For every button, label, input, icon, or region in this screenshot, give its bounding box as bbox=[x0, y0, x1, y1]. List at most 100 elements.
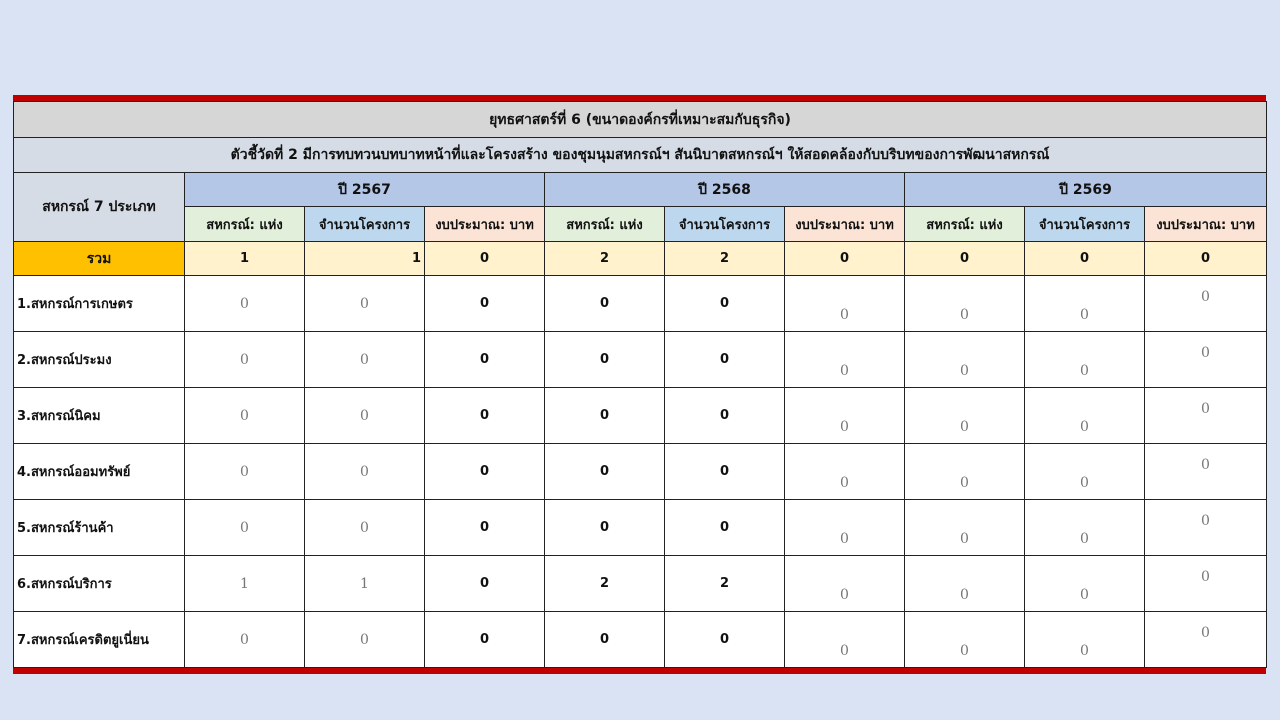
table-cell: 1 bbox=[304, 555, 425, 612]
table-cell: 0 bbox=[424, 443, 545, 500]
table-cell: 0 bbox=[1143, 387, 1268, 444]
row-label: 7.สหกรณ์เครดิตยูเนี่ยน bbox=[13, 611, 185, 668]
year-header-2569: ปี 2569 bbox=[903, 172, 1268, 207]
total-cell: 0 bbox=[1024, 241, 1145, 276]
table-cell: 0 bbox=[784, 499, 905, 556]
unit-header: สหกรณ์: แห่ง bbox=[544, 206, 665, 242]
total-cell: 1 bbox=[184, 241, 305, 276]
table-cell: 0 bbox=[1143, 499, 1268, 556]
budget-header: งบประมาณ: บาท bbox=[424, 206, 545, 242]
table-cell: 0 bbox=[784, 443, 905, 500]
total-cell: 1 bbox=[304, 241, 425, 276]
table-cell: 0 bbox=[1024, 443, 1145, 500]
table-cell: 0 bbox=[1024, 499, 1145, 556]
table-cell: 0 bbox=[1024, 331, 1145, 388]
table-cell: 0 bbox=[304, 611, 425, 668]
table-cell: 0 bbox=[544, 275, 665, 332]
row-label: 3.สหกรณ์นิคม bbox=[13, 387, 185, 444]
table-cell: 0 bbox=[1143, 443, 1268, 500]
table-cell: 0 bbox=[304, 443, 425, 500]
table-cell: 0 bbox=[1143, 275, 1268, 332]
table-cell: 2 bbox=[664, 555, 785, 612]
table-cell: 0 bbox=[784, 611, 905, 668]
table-cell: 0 bbox=[424, 555, 545, 612]
table-cell: 0 bbox=[544, 443, 665, 500]
table-cell: 0 bbox=[184, 331, 305, 388]
table-cell: 0 bbox=[424, 275, 545, 332]
table-cell: 0 bbox=[184, 387, 305, 444]
table-cell: 0 bbox=[664, 443, 785, 500]
table-cell: 0 bbox=[904, 387, 1025, 444]
total-cell: 0 bbox=[1143, 241, 1268, 276]
table-cell: 0 bbox=[544, 387, 665, 444]
table-cell: 0 bbox=[424, 499, 545, 556]
table-cell: 0 bbox=[1024, 275, 1145, 332]
table-row: 6.สหกรณ์บริการ 1 1 0 2 2 0 0 0 0 bbox=[13, 555, 1268, 612]
table-cell: 0 bbox=[664, 387, 785, 444]
total-cell: 2 bbox=[664, 241, 785, 276]
table-subtitle: ตัวชี้วัดที่ 2 มีการทบทวนบทบาทหน้าที่และ… bbox=[12, 137, 1268, 173]
unit-header: สหกรณ์: แห่ง bbox=[904, 206, 1025, 242]
strategy-table-frame: ยุทธศาสตร์ที่ 6 (ขนาดองค์กรที่เหมาะสมกับ… bbox=[12, 95, 1268, 674]
table-cell: 0 bbox=[904, 611, 1025, 668]
project-header: จำนวนโครงการ bbox=[304, 206, 425, 242]
table-cell: 0 bbox=[424, 331, 545, 388]
table-row: 3.สหกรณ์นิคม 0 0 0 0 0 0 0 0 0 bbox=[13, 387, 1268, 444]
table-cell: 0 bbox=[184, 499, 305, 556]
table-cell: 0 bbox=[1024, 387, 1145, 444]
unit-header: สหกรณ์: แห่ง bbox=[184, 206, 305, 242]
table-cell: 0 bbox=[664, 331, 785, 388]
row-label: 4.สหกรณ์ออมทรัพย์ bbox=[13, 443, 185, 500]
table-cell: 0 bbox=[304, 387, 425, 444]
total-cell: 2 bbox=[544, 241, 665, 276]
table-row: 2.สหกรณ์ประมง 0 0 0 0 0 0 0 0 0 bbox=[13, 331, 1268, 388]
table-row: 1.สหกรณ์การเกษตร 0 0 0 0 0 0 0 0 0 bbox=[13, 275, 1268, 332]
table-cell: 0 bbox=[904, 443, 1025, 500]
project-header: จำนวนโครงการ bbox=[1024, 206, 1145, 242]
total-row: รวม 1 1 0 2 2 0 0 0 0 bbox=[13, 241, 1268, 276]
table-cell: 1 bbox=[184, 555, 305, 612]
row-label: 1.สหกรณ์การเกษตร bbox=[13, 275, 185, 332]
table-cell: 0 bbox=[904, 499, 1025, 556]
table-cell: 0 bbox=[1143, 611, 1268, 668]
total-cell: 0 bbox=[904, 241, 1025, 276]
table-cell: 0 bbox=[784, 331, 905, 388]
table-row: 7.สหกรณ์เครดิตยูเนี่ยน 0 0 0 0 0 0 0 0 0 bbox=[13, 611, 1268, 668]
year-header-2568: ปี 2568 bbox=[544, 172, 905, 207]
year-header-2567: ปี 2567 bbox=[184, 172, 545, 207]
table-title: ยุทธศาสตร์ที่ 6 (ขนาดองค์กรที่เหมาะสมกับ… bbox=[12, 101, 1268, 138]
table-cell: 0 bbox=[1024, 555, 1145, 612]
table-cell: 0 bbox=[664, 275, 785, 332]
row-label: 2.สหกรณ์ประมง bbox=[13, 331, 185, 388]
row-label: 6.สหกรณ์บริการ bbox=[13, 555, 185, 612]
table-cell: 0 bbox=[184, 611, 305, 668]
table-cell: 0 bbox=[904, 275, 1025, 332]
table-cell: 0 bbox=[544, 611, 665, 668]
table-cell: 0 bbox=[424, 611, 545, 668]
table-cell: 0 bbox=[784, 555, 905, 612]
table-cell: 0 bbox=[664, 611, 785, 668]
strategy-table: ยุทธศาสตร์ที่ 6 (ขนาดองค์กรที่เหมาะสมกับ… bbox=[12, 101, 1268, 668]
table-row: 5.สหกรณ์ร้านค้า 0 0 0 0 0 0 0 0 0 bbox=[13, 499, 1268, 556]
table-cell: 0 bbox=[1024, 611, 1145, 668]
table-row: 4.สหกรณ์ออมทรัพย์ 0 0 0 0 0 0 0 0 0 bbox=[13, 443, 1268, 500]
budget-header: งบประมาณ: บาท bbox=[784, 206, 905, 242]
table-cell: 0 bbox=[664, 499, 785, 556]
table-cell: 0 bbox=[544, 499, 665, 556]
table-cell: 0 bbox=[904, 555, 1025, 612]
budget-header: งบประมาณ: บาท bbox=[1143, 206, 1268, 242]
table-cell: 0 bbox=[904, 331, 1025, 388]
table-cell: 0 bbox=[304, 275, 425, 332]
row-label: 5.สหกรณ์ร้านค้า bbox=[13, 499, 185, 556]
table-cell: 0 bbox=[184, 275, 305, 332]
coop-type-header: สหกรณ์ 7 ประเภท bbox=[13, 172, 185, 242]
table-cell: 2 bbox=[544, 555, 665, 612]
table-cell: 0 bbox=[304, 499, 425, 556]
total-cell: 0 bbox=[424, 241, 545, 276]
table-cell: 0 bbox=[304, 331, 425, 388]
total-label: รวม bbox=[13, 241, 185, 276]
table-cell: 0 bbox=[544, 331, 665, 388]
total-cell: 0 bbox=[784, 241, 905, 276]
table-cell: 0 bbox=[784, 275, 905, 332]
table-cell: 0 bbox=[184, 443, 305, 500]
